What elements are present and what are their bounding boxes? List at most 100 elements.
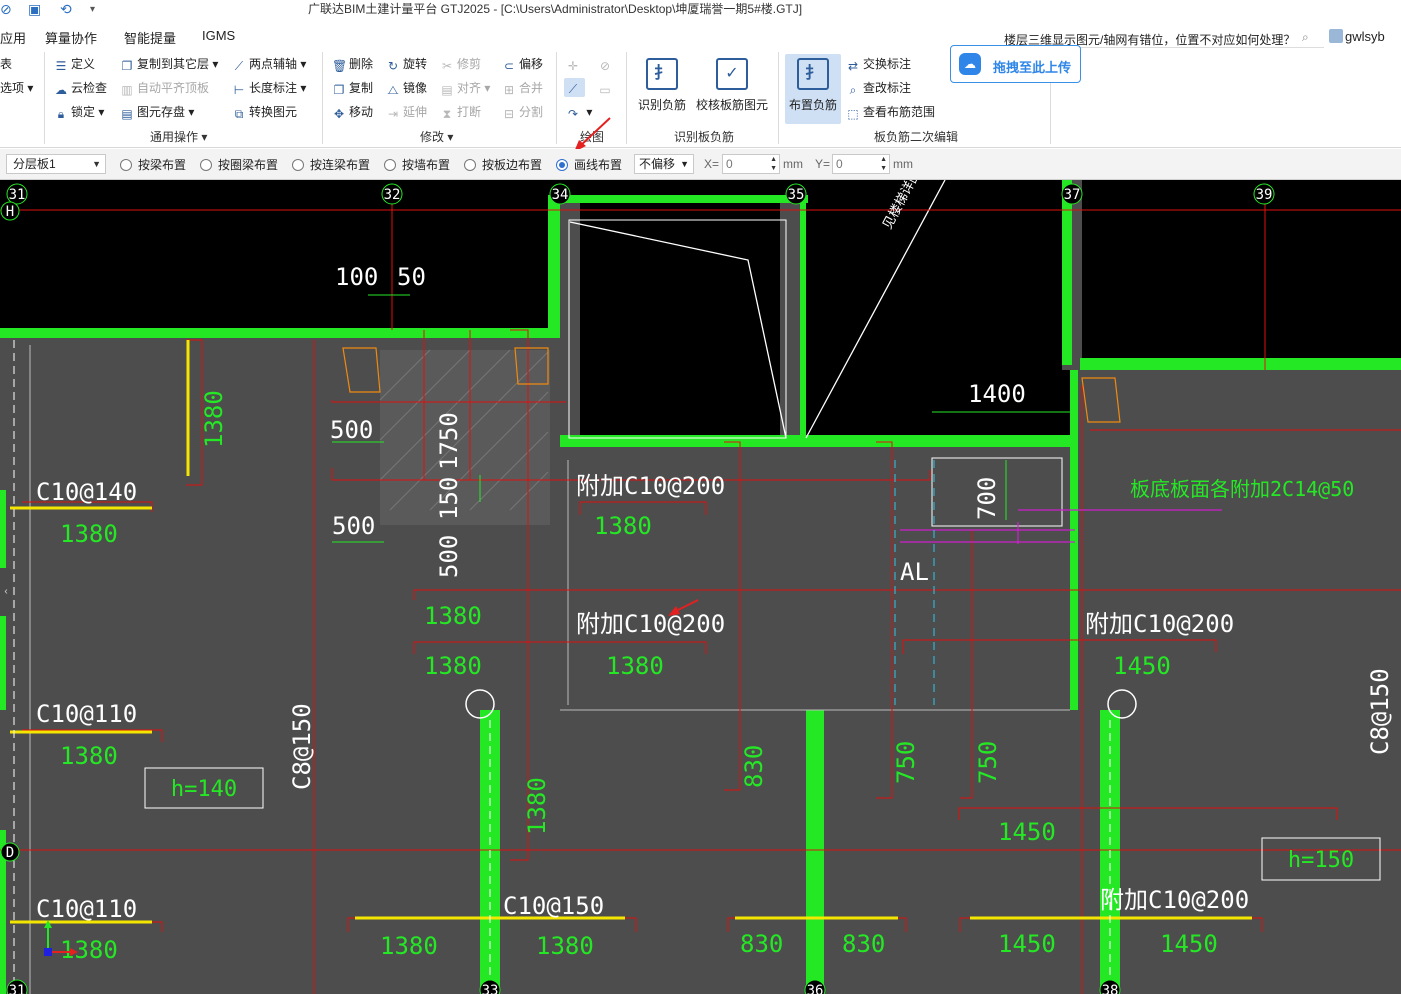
element-store-label: 图元存盘 <box>137 105 186 119</box>
draw-line-button[interactable]: ⟋ <box>564 78 585 97</box>
axis-35: 35 <box>788 187 805 203</box>
axis-h: H <box>6 204 14 220</box>
define-icon: ☰ <box>55 59 67 73</box>
dim-500a: 500 <box>330 416 373 444</box>
draw-rect-button[interactable]: ▭ <box>598 80 615 97</box>
radio-by-coupling-beam[interactable]: 按连梁布置 <box>292 156 370 173</box>
identify-group-label: 识别板负筋 <box>674 130 735 144</box>
length-dim-label: 长度标注 <box>249 81 298 95</box>
convert-element-button[interactable]: ⧉ 转换图元 <box>232 104 297 121</box>
len-1380-f: 1380 <box>424 652 482 680</box>
floor-slab-value: 分层板1 <box>13 157 56 171</box>
auto-flat-roof-icon: ▥ <box>121 83 133 97</box>
search-icon[interactable]: ⌕ <box>1302 30 1309 45</box>
modify-group-label[interactable]: 修改 ▾ <box>420 128 453 145</box>
spinner-icon[interactable]: ▲ ▼ <box>770 155 777 173</box>
draw-point-button[interactable]: ✛ <box>566 56 583 73</box>
rebar-c10-110a: C10@110 <box>36 700 137 728</box>
offset-button[interactable]: ⊂ 偏移 <box>502 56 543 73</box>
copy-button[interactable]: ❐ 复制 <box>332 80 373 97</box>
copy-to-floor-label: 复制到其它层 <box>137 57 210 71</box>
mirror-button[interactable]: ⧍ 镜像 <box>386 80 427 97</box>
auto-flat-roof-button[interactable]: ▥ 自动平齐顶板 <box>120 80 209 97</box>
length-dim-button[interactable]: ⊢ 长度标注 ▾ <box>232 80 307 97</box>
upload-drop-zone[interactable]: ☁ 拖拽至此上传 <box>950 45 1081 83</box>
lock-label: 锁定 <box>71 105 96 119</box>
x-input[interactable]: 0 ▲ ▼ <box>722 154 780 174</box>
element-store-icon: ▤ <box>121 107 133 121</box>
swap-dim-button[interactable]: ⇄ 交换标注 <box>846 56 911 73</box>
dim-50: 50 <box>397 263 426 291</box>
menu-smart-extract[interactable]: 智能提量 <box>124 28 176 47</box>
two-point-axis-button[interactable]: ⟋ 两点辅轴 ▾ <box>232 56 307 73</box>
ribbon-table-partial[interactable]: 表 <box>0 56 12 72</box>
lock-button[interactable]: 🔒︎ 锁定 ▾ <box>54 104 105 121</box>
identify-neg-button[interactable]: 扌 识别负筋 <box>634 54 690 124</box>
rectangle-icon: ▭ <box>599 83 611 97</box>
move-button[interactable]: ✥ 移动 <box>332 104 373 121</box>
title-bar: ⊘ ▣ ⟲ ▾ 广联达BIM土建计量平台 GTJ2025 - [C:\Users… <box>0 0 1401 22</box>
cad-drawing-canvas[interactable]: 31 32 34 35 37 39 H D 31 33 36 38 100 50… <box>0 180 1401 994</box>
chevron-down-icon: ▼ <box>92 159 101 169</box>
radio-by-line[interactable]: 画线布置 <box>556 156 622 173</box>
axis-38: 38 <box>1102 983 1119 994</box>
radio-by-beam[interactable]: 按梁布置 <box>120 156 186 173</box>
slab-regions <box>0 180 1401 994</box>
view-range-icon: ⬚ <box>847 107 859 121</box>
trim-button[interactable]: ✂ 修剪 <box>440 56 481 73</box>
view-change-button[interactable]: ⌕ 查改标注 <box>846 80 911 97</box>
y-input[interactable]: 0 ▲ ▼ <box>832 154 890 174</box>
slanted-note: 见楼梯详图 <box>880 180 924 232</box>
cloud-check-button[interactable]: ☁ 云检查 <box>54 80 107 97</box>
menu-igms[interactable]: IGMS <box>202 28 235 43</box>
define-button[interactable]: ☰ 定义 <box>54 56 95 73</box>
check-neg-label: 校核板筋图元 <box>695 98 768 112</box>
dim-1450a: 1450 <box>998 818 1056 846</box>
upload-label: 拖拽至此上传 <box>993 60 1072 75</box>
copy-to-floor-button[interactable]: ❐ 复制到其它层 ▾ <box>120 56 219 73</box>
element-store-button[interactable]: ▤ 图元存盘 ▾ <box>120 104 194 121</box>
split-button[interactable]: ⊟ 分割 <box>502 104 543 121</box>
draw-smart-button[interactable]: ⊘ <box>598 56 615 73</box>
rotate-button[interactable]: ↻ 旋转 <box>386 56 427 73</box>
radio-by-ring-beam[interactable]: 按圈梁布置 <box>200 156 278 173</box>
dim-1450c: 1450 <box>1160 930 1218 958</box>
dim-1400: 1400 <box>968 380 1026 408</box>
quick-access-open-icon[interactable]: ⊘ <box>0 1 12 18</box>
merge-button[interactable]: ⊞ 合并 <box>502 80 543 97</box>
quick-access-undo-icon[interactable]: ⟲ <box>60 1 72 18</box>
radio-circle <box>120 159 132 171</box>
quick-access-dropdown-icon[interactable]: ▾ <box>90 4 95 15</box>
radio-by-slab-edge[interactable]: 按板边布置 <box>464 156 542 173</box>
dim-830a: 830 <box>740 745 768 788</box>
delete-icon: 🗑︎ <box>332 59 348 73</box>
offset-mode-select[interactable]: 不偏移 ▼ <box>634 154 694 174</box>
radio-by-wall[interactable]: 按墙布置 <box>384 156 450 173</box>
cad-drawing[interactable]: 31 32 34 35 37 39 H D 31 33 36 38 100 50… <box>0 180 1401 994</box>
dim-830b: 830 <box>740 930 783 958</box>
lock-icon: 🔒︎ <box>57 107 65 121</box>
side-panel-toggle[interactable]: ‹ <box>0 568 12 616</box>
general-ops-group-label[interactable]: 通用操作 ▾ <box>150 128 207 145</box>
check-neg-button[interactable]: ✓ 校核板筋图元 <box>694 54 770 124</box>
check-neg-icon: ✓ <box>716 58 748 90</box>
quick-access-save-icon[interactable]: ▣ <box>28 1 41 18</box>
menu-collaboration[interactable]: 算量协作 <box>45 28 97 47</box>
delete-button[interactable]: 🗑︎ 删除 <box>332 56 373 73</box>
draw-arc-button[interactable]: ↷ ▾ <box>566 104 592 121</box>
spinner-icon[interactable]: ▲ ▼ <box>880 155 887 173</box>
cloud-check-label: 云检查 <box>71 81 108 95</box>
place-neg-button[interactable]: 扌 布置负筋 <box>785 54 841 124</box>
offset-icon: ⊂ <box>503 59 515 73</box>
floor-slab-select[interactable]: 分层板1 ▼ <box>6 154 106 174</box>
view-range-button[interactable]: ⬚ 查看布筋范围 <box>846 104 935 121</box>
align-button[interactable]: ▤ 对齐 ▾ <box>440 80 490 97</box>
dim-500b: 500 <box>332 512 375 540</box>
extend-button[interactable]: ⇥ 延伸 <box>386 104 427 121</box>
break-label: 打断 <box>457 105 482 119</box>
user-account[interactable]: gwlsyb <box>1329 29 1385 44</box>
menu-apply[interactable]: 应用 <box>0 28 26 47</box>
dim-500c: 500 <box>435 535 463 578</box>
ribbon-options-partial[interactable]: 选项 ▾ <box>0 80 33 96</box>
break-button[interactable]: ⧗ 打断 <box>440 104 481 121</box>
